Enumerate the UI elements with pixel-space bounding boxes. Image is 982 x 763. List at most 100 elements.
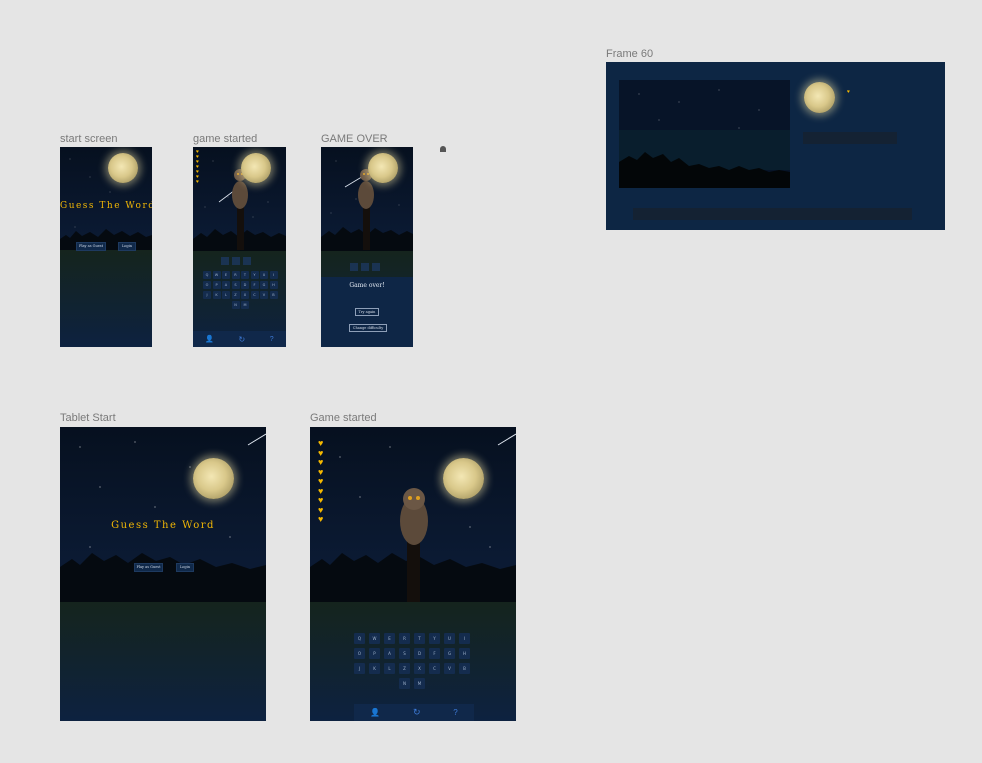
user-icon[interactable]: 👤 [370, 708, 380, 717]
bottom-nav: 👤 ↻ ? [354, 704, 474, 721]
frame-tablet-start: Guess The Word Play as Guest Login [60, 427, 266, 721]
heart-icon: ♥ [318, 476, 324, 486]
key-d[interactable]: D [241, 281, 249, 289]
key-r[interactable]: R [231, 271, 240, 279]
key-f[interactable]: F [429, 648, 440, 659]
key-g[interactable]: G [260, 281, 268, 289]
key-x[interactable]: X [414, 663, 425, 674]
key-l[interactable]: L [222, 291, 230, 299]
key-k[interactable]: K [212, 291, 221, 299]
key-a[interactable]: A [384, 648, 395, 659]
key-i[interactable]: I [269, 271, 278, 279]
heart-icon: ♥ [318, 438, 324, 448]
play-guest-button[interactable]: Play as Guest [134, 563, 163, 572]
key-e[interactable]: E [222, 271, 230, 279]
key-s[interactable]: S [399, 648, 410, 659]
heart-icon: ♥ [318, 514, 324, 524]
game-title: Guess The Word [111, 520, 215, 531]
key-h[interactable]: H [459, 648, 470, 659]
key-v[interactable]: V [260, 291, 268, 299]
help-icon[interactable]: ? [453, 708, 457, 717]
moon [241, 153, 271, 183]
letter-slot [221, 257, 229, 265]
key-y[interactable]: Y [250, 271, 259, 279]
key-q[interactable]: Q [354, 633, 365, 644]
moon [108, 153, 138, 183]
frame-game-started: ♥ ♥ ♥ ♥ ♥ ♥ ♥ QWERTYUI OPASDFGH JKLZXCVB NM… [193, 147, 286, 347]
key-j[interactable]: J [203, 291, 211, 299]
key-m[interactable]: M [241, 301, 249, 309]
lives-hearts: ♥ ♥ ♥ ♥ ♥ ♥ ♥ [196, 150, 199, 185]
frame-label-frame60: Frame 60 [606, 48, 654, 60]
key-c[interactable]: C [250, 291, 259, 299]
moon [804, 82, 835, 113]
word-slots [350, 263, 380, 271]
key-d[interactable]: D [414, 648, 425, 659]
key-u[interactable]: U [260, 271, 268, 279]
key-y[interactable]: Y [429, 633, 440, 644]
key-x[interactable]: X [241, 291, 249, 299]
key-m[interactable]: M [414, 678, 425, 689]
key-c[interactable]: C [429, 663, 440, 674]
key-h[interactable]: H [269, 281, 278, 289]
key-b[interactable]: B [269, 291, 278, 299]
key-p[interactable]: P [369, 648, 380, 659]
key-w[interactable]: W [369, 633, 380, 644]
key-k[interactable]: K [369, 663, 380, 674]
night-scene [193, 160, 286, 347]
key-g[interactable]: G [444, 648, 455, 659]
help-icon[interactable]: ? [270, 336, 274, 343]
frame-label-game-over: GAME OVER [321, 133, 388, 145]
key-a[interactable]: A [222, 281, 230, 289]
login-button[interactable]: Login [176, 563, 194, 572]
restart-icon[interactable]: ↻ [239, 335, 246, 344]
game-over-panel: Game over! Try again Change difficulty [321, 277, 413, 347]
letter-slot [350, 263, 358, 271]
key-o[interactable]: O [354, 648, 365, 659]
key-n[interactable]: N [231, 301, 240, 309]
stray-element [440, 146, 446, 152]
frame-game-over: Game over! Try again Change difficulty [321, 147, 413, 347]
try-again-button[interactable]: Try again [355, 308, 379, 316]
key-v[interactable]: V [444, 663, 455, 674]
key-s[interactable]: S [231, 281, 240, 289]
bottom-nav: 👤 ↻ ? [193, 331, 286, 347]
word-slots [221, 257, 251, 265]
letter-slot [361, 263, 369, 271]
night-scene [60, 433, 266, 721]
play-guest-button[interactable]: Play as Guest [76, 242, 106, 251]
frame-label-tablet-game: Game started [310, 412, 377, 424]
key-z[interactable]: Z [231, 291, 240, 299]
key-b[interactable]: B [459, 663, 470, 674]
key-u[interactable]: U [444, 633, 455, 644]
key-t[interactable]: T [414, 633, 425, 644]
user-icon[interactable]: 👤 [205, 335, 214, 343]
key-j[interactable]: J [354, 663, 365, 674]
game-title: Guess The Word [60, 201, 152, 211]
night-scene [60, 158, 152, 347]
frame-tablet-game: ♥ ♥ ♥ ♥ ♥ ♥ ♥ ♥ ♥ QWERTYUIOPASDFGHJKLZXCVBNM 👤 ↻… [310, 427, 516, 721]
key-q[interactable]: Q [203, 271, 211, 279]
frame-label-start: start screen [60, 133, 118, 145]
key-o[interactable]: O [203, 281, 211, 289]
key-i[interactable]: I [459, 633, 470, 644]
key-t[interactable]: T [241, 271, 249, 279]
key-l[interactable]: L [384, 663, 395, 674]
restart-icon[interactable]: ↻ [413, 707, 421, 718]
key-n[interactable]: N [399, 678, 410, 689]
frame-label-tablet-start: Tablet Start [60, 412, 116, 424]
frame-60: ♥ [606, 62, 945, 230]
letter-slot [372, 263, 380, 271]
key-z[interactable]: Z [399, 663, 410, 674]
key-r[interactable]: R [399, 633, 410, 644]
key-p[interactable]: P [212, 281, 221, 289]
key-e[interactable]: E [384, 633, 395, 644]
key-w[interactable]: W [212, 271, 221, 279]
change-difficulty-button[interactable]: Change difficulty [349, 324, 387, 332]
grass-strip [803, 132, 897, 144]
letter-slot [232, 257, 240, 265]
key-f[interactable]: F [250, 281, 259, 289]
frame-label-game-started: game started [193, 133, 258, 145]
moon [443, 458, 484, 499]
login-button[interactable]: Login [118, 242, 136, 251]
